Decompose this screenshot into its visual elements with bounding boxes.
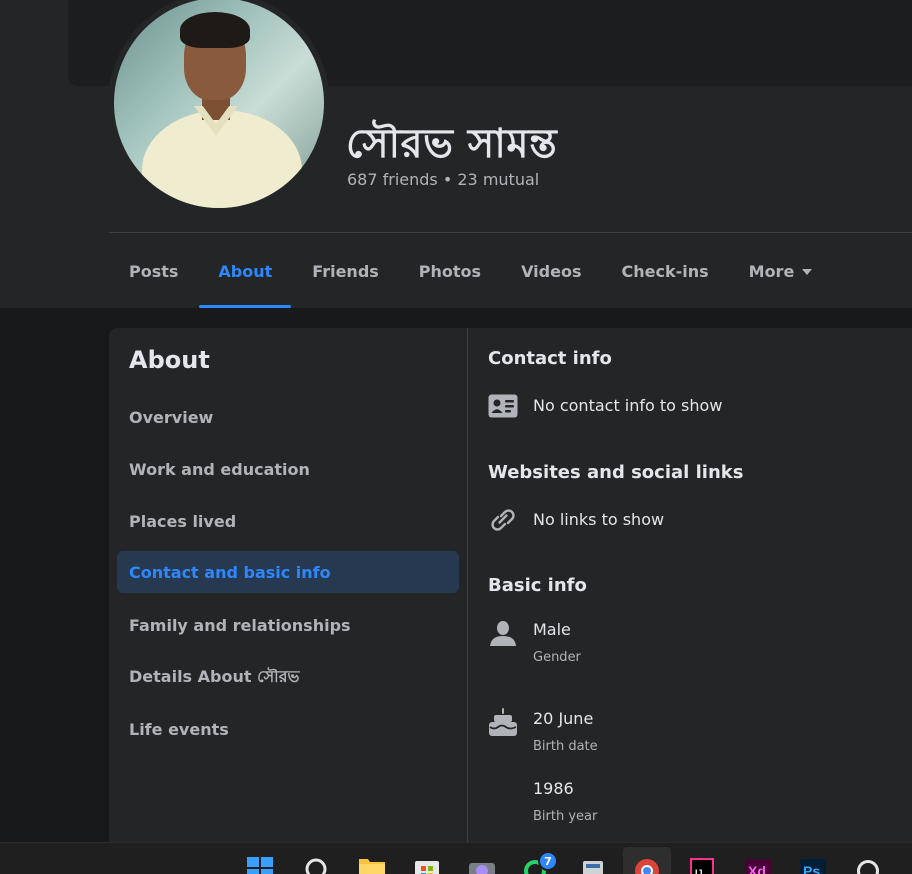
profile-header: সৌরভ সামন্ত 687 friends • 23 mutual Post… xyxy=(0,0,912,308)
whatsapp-badge: 7 xyxy=(538,851,558,871)
about-nav: About Overview Work and education Places… xyxy=(109,328,467,848)
tab-more-label: More xyxy=(748,261,795,281)
chrome-icon[interactable] xyxy=(632,849,662,874)
nav-item-family-relationships[interactable]: Family and relationships xyxy=(117,604,459,646)
birth-year-value: 1986 xyxy=(533,779,574,798)
contact-card-icon xyxy=(488,394,518,418)
birth-date-value: 20 June xyxy=(533,709,594,728)
websites-title: Websites and social links xyxy=(488,462,744,483)
calculator-icon[interactable] xyxy=(578,849,608,874)
camera-icon[interactable] xyxy=(467,849,497,874)
tab-check-ins[interactable]: Check-ins xyxy=(601,240,728,302)
header-divider xyxy=(109,232,912,233)
card-divider xyxy=(467,328,468,848)
links-empty-text: No links to show xyxy=(533,510,665,529)
person-icon xyxy=(490,621,516,646)
tab-photos[interactable]: Photos xyxy=(399,240,501,302)
nav-item-details-about[interactable]: Details About সৌরভ xyxy=(117,656,459,698)
tab-more[interactable]: More xyxy=(729,240,833,302)
contact-info-title: Contact info xyxy=(488,348,612,369)
nav-item-contact-basic-info[interactable]: Contact and basic info xyxy=(117,551,459,593)
friends-count[interactable]: 687 friends • 23 mutual xyxy=(347,170,539,189)
facebook-profile-page: সৌরভ সামন্ত 687 friends • 23 mutual Post… xyxy=(0,0,912,874)
intellij-icon[interactable]: IJ xyxy=(688,849,718,874)
birth-year-label: Birth year xyxy=(533,809,598,824)
tab-about[interactable]: About xyxy=(198,240,292,308)
svg-text:IJ: IJ xyxy=(695,868,703,874)
profile-name: সৌরভ সামন্ত xyxy=(346,121,558,167)
windows-start-icon[interactable] xyxy=(245,849,275,874)
photoshop-icon[interactable]: Ps xyxy=(798,849,828,874)
nav-item-overview[interactable]: Overview xyxy=(117,396,459,438)
nav-item-work-education[interactable]: Work and education xyxy=(117,448,459,490)
microsoft-store-icon[interactable] xyxy=(412,849,442,874)
contact-empty-text: No contact info to show xyxy=(533,396,723,415)
avatar-hair xyxy=(180,12,250,48)
obs-icon[interactable] xyxy=(853,849,883,874)
about-content: Contact info No contact info to show Web… xyxy=(488,328,912,848)
link-icon xyxy=(491,509,515,531)
adobe-xd-icon[interactable]: Xd xyxy=(743,849,773,874)
caret-down-icon xyxy=(802,269,813,275)
about-card: About Overview Work and education Places… xyxy=(109,328,912,848)
about-nav-title: About xyxy=(129,346,210,374)
search-icon[interactable] xyxy=(301,849,331,874)
tab-videos[interactable]: Videos xyxy=(501,240,601,302)
nav-item-places-lived[interactable]: Places lived xyxy=(117,500,459,542)
tab-friends[interactable]: Friends xyxy=(292,240,399,302)
profile-tabs: Posts About Friends Photos Videos Check-… xyxy=(109,240,832,308)
file-explorer-icon[interactable] xyxy=(357,849,387,874)
birth-date-label: Birth date xyxy=(533,739,598,754)
gender-label: Gender xyxy=(533,650,581,665)
windows-taskbar: 7 IJ Xd Ps xyxy=(0,842,912,874)
gender-value: Male xyxy=(533,620,571,639)
profile-avatar[interactable] xyxy=(114,0,324,208)
tab-posts[interactable]: Posts xyxy=(109,240,198,302)
svg-text:Xd: Xd xyxy=(748,863,766,874)
svg-text:Ps: Ps xyxy=(803,863,820,874)
nav-item-life-events[interactable]: Life events xyxy=(117,708,459,750)
basic-info-title: Basic info xyxy=(488,575,587,596)
birthday-cake-icon xyxy=(489,708,517,736)
